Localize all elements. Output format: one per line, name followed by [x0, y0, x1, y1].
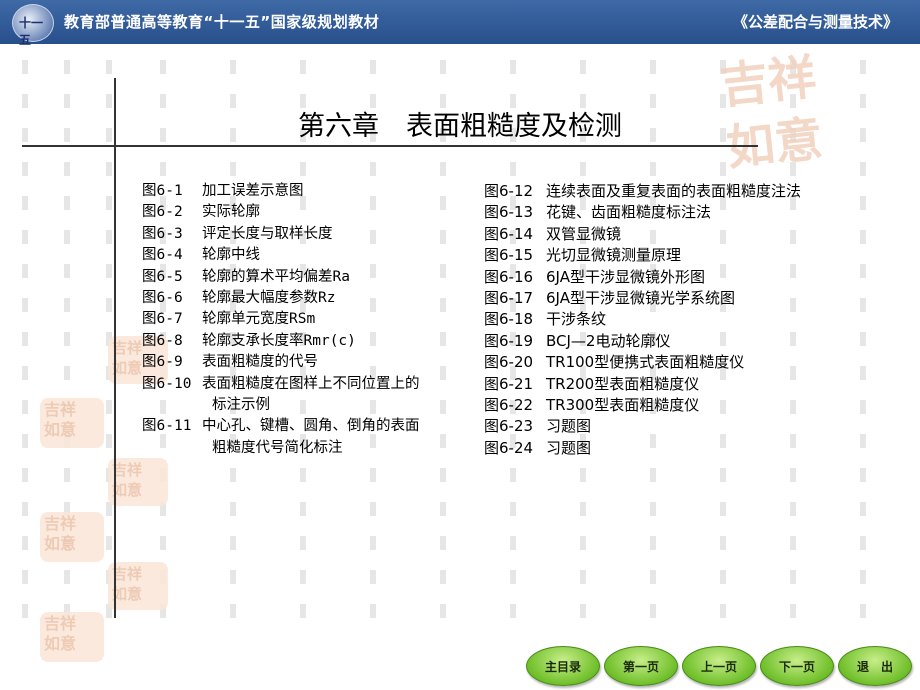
figure-number: 图6-18	[484, 310, 534, 329]
figure-list-item[interactable]: 图6-7 轮廓单元宽度RSm	[142, 309, 420, 330]
figure-caption: 轮廓支承长度率Rmr(c)	[202, 332, 356, 349]
header-bar: 十一五 教育部普通高等教育“十一五”国家级规划教材 《公差配合与测量技术》	[0, 0, 920, 47]
figure-number: 图6-5	[142, 268, 183, 285]
figure-list-item[interactable]: 图6-8 轮廓支承长度率Rmr(c)	[142, 331, 420, 352]
figure-caption: 干涉条纹	[546, 310, 607, 329]
figure-list-item[interactable]: 图6-4 轮廓中线	[142, 245, 420, 266]
figure-caption: 评定长度与取样长度	[202, 225, 333, 242]
figure-caption: 轮廓中线	[202, 247, 260, 264]
seal-watermark: 吉祥 如意	[108, 562, 168, 610]
seal-watermark: 吉祥 如意	[40, 612, 104, 662]
figure-number: 图6-24	[484, 438, 534, 457]
figure-number: 图6-2	[142, 204, 183, 221]
figure-number: 图6-8	[142, 332, 183, 349]
figure-list-left: 图6-1 加工误差示意图图6-2 实际轮廓图6-3 评定长度与取样长度图6-4 轮廓中线…	[142, 181, 420, 459]
figure-caption: 中心孔、键槽、圆角、倒角的表面	[202, 418, 420, 435]
figure-number: 图6-17	[484, 289, 534, 308]
figure-caption: 实际轮廓	[202, 204, 260, 221]
figure-caption: 加工误差示意图	[202, 183, 304, 199]
figure-list-item[interactable]: 图6-6 轮廓最大幅度参数Rz	[142, 288, 420, 309]
figure-number: 图6-6	[142, 290, 183, 307]
figure-caption-continuation: 标注示例	[212, 397, 270, 414]
seal-watermark: 吉祥 如意	[108, 458, 168, 506]
figure-number: 图6-7	[142, 311, 183, 328]
logo-text: 十一五	[19, 16, 44, 47]
figure-caption: 表面粗糙度在图样上不同位置上的	[202, 375, 420, 392]
next-page-button[interactable]: 下一页	[760, 646, 834, 686]
figure-number: 图6-22	[484, 396, 534, 415]
figure-number: 图6-23	[484, 417, 534, 436]
figure-caption-continuation: 粗糙度代号简化标注	[212, 439, 343, 456]
figure-list-item[interactable]: 图6-5 轮廓的算术平均偏差Ra	[142, 267, 420, 288]
figure-list-item[interactable]: 图6-12 连续表面及重复表面的表面粗糙度注法	[484, 181, 801, 202]
figure-caption: 表面粗糙度的代号	[202, 354, 318, 371]
figure-caption: 轮廓最大幅度参数Rz	[202, 290, 336, 307]
figure-list-item[interactable]: 图6-9 表面粗糙度的代号	[142, 352, 420, 373]
page-title: 第六章 表面粗糙度及检测	[298, 111, 622, 142]
figure-number: 图6-16	[484, 267, 534, 286]
figure-list-item[interactable]: 图6-21 TR200型表面粗糙度仪	[484, 374, 801, 395]
figure-list-item[interactable]: 图6-10 表面粗糙度在图样上不同位置上的	[142, 374, 420, 395]
header-book-title: 《公差配合与测量技术》	[732, 13, 898, 31]
figure-caption: 习题图	[546, 417, 592, 436]
header-series-title: 教育部普通高等教育“十一五”国家级规划教材	[64, 13, 380, 31]
figure-number: 图6-10	[142, 375, 192, 392]
figure-number: 图6-14	[484, 224, 534, 243]
figure-list-item[interactable]: 图6-18 干涉条纹	[484, 309, 801, 330]
seal-watermark: 吉祥 如意	[40, 398, 104, 448]
figure-number: 图6-21	[484, 374, 534, 393]
figure-number: 图6-20	[484, 353, 534, 372]
figure-number: 图6-12	[484, 182, 534, 200]
figure-list-item[interactable]: 图6-14 双管显微镜	[484, 224, 801, 245]
previous-page-button[interactable]: 上一页	[682, 646, 756, 686]
figure-list-item[interactable]: 图6-2 实际轮廓	[142, 202, 420, 223]
figure-caption: 轮廓的算术平均偏差Ra	[202, 268, 350, 285]
figure-list-item[interactable]: 图6-17 6JA型干涉显微镜光学系统图	[484, 288, 801, 309]
figure-number: 图6-13	[484, 203, 534, 222]
figure-list-item[interactable]: 图6-11 中心孔、键槽、圆角、倒角的表面	[142, 416, 420, 437]
figure-list-item[interactable]: 图6-3 评定长度与取样长度	[142, 224, 420, 245]
figure-caption: 习题图	[546, 438, 592, 457]
figure-list-item[interactable]: 图6-13 花键、齿面粗糙度标注法	[484, 202, 801, 223]
figure-caption: TR100型便携式表面粗糙度仪	[546, 353, 745, 372]
horizontal-divider	[22, 145, 758, 147]
figure-caption: 光切显微镜测量原理	[546, 246, 682, 265]
figure-caption: 花键、齿面粗糙度标注法	[546, 203, 712, 222]
figure-number: 图6-1	[142, 183, 183, 199]
figure-list-item[interactable]: 图6-16 6JA型干涉显微镜外形图	[484, 267, 801, 288]
figure-list-item[interactable]: 图6-22 TR300型表面粗糙度仪	[484, 395, 801, 416]
logo-icon: 十一五	[12, 4, 54, 47]
figure-caption: 轮廓单元宽度RSm	[202, 311, 316, 328]
figure-list-right: 图6-12 连续表面及重复表面的表面粗糙度注法 图6-13 花键、齿面粗糙度标注法 图6…	[484, 181, 801, 459]
figure-number: 图6-19	[484, 331, 534, 350]
figure-caption: 连续表面及重复表面的表面粗糙度注法	[546, 182, 802, 200]
figure-list-item[interactable]: 图6-23 习题图	[484, 416, 801, 437]
figure-number: 图6-15	[484, 246, 534, 265]
first-page-button[interactable]: 第一页	[604, 646, 678, 686]
figure-caption: BCJ—2电动轮廓仪	[546, 331, 671, 350]
figure-number: 图6-11	[142, 418, 192, 435]
home-button[interactable]: 主目录	[526, 646, 600, 686]
figure-list-item[interactable]: 图6-15 光切显微镜测量原理	[484, 245, 801, 266]
figure-caption: TR200型表面粗糙度仪	[546, 374, 700, 393]
figure-list-item[interactable]: 图6-24 习题图	[484, 438, 801, 459]
figure-caption: 6JA型干涉显微镜光学系统图	[546, 289, 735, 308]
figure-number: 图6-3	[142, 225, 183, 242]
exit-button[interactable]: 退 出	[838, 646, 912, 686]
figure-number: 图6-9	[142, 354, 183, 371]
seal-watermark: 吉祥 如意	[40, 512, 104, 562]
figure-caption: 双管显微镜	[546, 224, 622, 243]
figure-number: 图6-4	[142, 247, 183, 264]
vertical-divider	[114, 78, 116, 618]
figure-list-item[interactable]: 图6-1 加工误差示意图	[142, 181, 420, 202]
figure-list-item[interactable]: 图6-19 BCJ—2电动轮廓仪	[484, 331, 801, 352]
figure-list-item[interactable]: 图6-20 TR100型便携式表面粗糙度仪	[484, 352, 801, 373]
figure-caption: TR300型表面粗糙度仪	[546, 396, 700, 415]
figure-caption: 6JA型干涉显微镜外形图	[546, 267, 705, 286]
